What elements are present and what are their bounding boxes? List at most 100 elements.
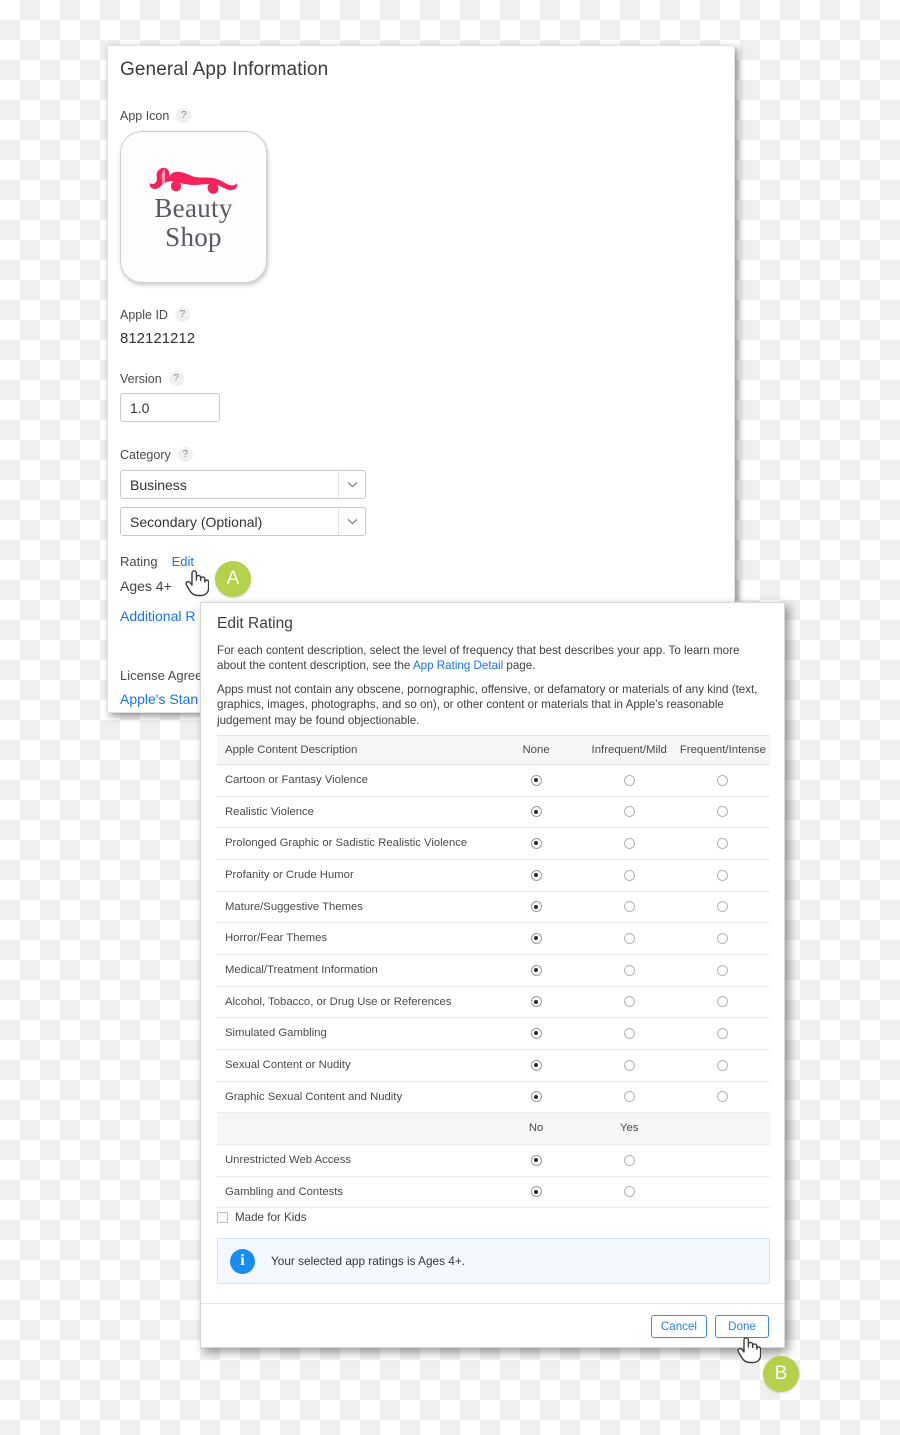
- radio-unselected[interactable]: [717, 901, 729, 913]
- radio-infrequent-mild[interactable]: [582, 1081, 676, 1114]
- radio-frequent-intense[interactable]: [675, 764, 770, 797]
- table-row: Gambling and Contests: [217, 1176, 770, 1209]
- radio-selected[interactable]: [530, 1186, 542, 1198]
- radio-unselected[interactable]: [717, 932, 729, 944]
- radio-unselected[interactable]: [623, 1059, 635, 1071]
- radio-frequent-intense[interactable]: [675, 954, 770, 987]
- radio-unselected[interactable]: [623, 964, 635, 976]
- radio-selected[interactable]: [530, 774, 542, 786]
- rating-edit-link[interactable]: Edit: [172, 554, 194, 569]
- app-rating-detail-link[interactable]: App Rating Detail: [413, 659, 503, 672]
- help-icon[interactable]: ?: [174, 307, 190, 322]
- radio-infrequent-mild[interactable]: [582, 922, 676, 956]
- radio-infrequent-mild[interactable]: [582, 986, 676, 1019]
- radio-infrequent-mild[interactable]: [582, 1049, 676, 1082]
- table-row: Graphic Sexual Content and Nudity: [217, 1081, 770, 1114]
- radio-none[interactable]: [489, 796, 583, 829]
- radio-unselected[interactable]: [717, 837, 729, 849]
- radio-unselected[interactable]: [623, 1091, 635, 1103]
- radio-unselected[interactable]: [717, 964, 729, 976]
- radio-unselected[interactable]: [623, 996, 635, 1008]
- radio-unselected[interactable]: [717, 869, 729, 881]
- help-icon[interactable]: ?: [176, 108, 192, 123]
- radio-none[interactable]: [489, 827, 583, 861]
- chevron-down-icon[interactable]: [338, 508, 365, 535]
- apple-standard-license-link[interactable]: Apple's Stan: [120, 691, 198, 707]
- radio-none[interactable]: [489, 891, 583, 924]
- radio-unselected[interactable]: [717, 806, 729, 818]
- radio-yes[interactable]: [582, 1176, 676, 1209]
- radio-none[interactable]: [489, 922, 583, 956]
- radio-none[interactable]: [489, 764, 583, 797]
- radio-frequent-intense[interactable]: [675, 827, 770, 861]
- radio-infrequent-mild[interactable]: [582, 954, 676, 987]
- radio-infrequent-mild[interactable]: [582, 859, 676, 892]
- radio-none[interactable]: [489, 1049, 583, 1082]
- radio-unselected[interactable]: [717, 1059, 729, 1071]
- radio-selected[interactable]: [530, 996, 542, 1008]
- radio-selected[interactable]: [530, 932, 542, 944]
- category-secondary-select[interactable]: Secondary (Optional): [120, 507, 366, 536]
- help-icon[interactable]: ?: [168, 371, 184, 386]
- radio-yes[interactable]: [582, 1144, 676, 1177]
- radio-unselected[interactable]: [717, 1027, 729, 1039]
- radio-selected[interactable]: [530, 901, 542, 913]
- radio-frequent-intense[interactable]: [675, 1017, 770, 1051]
- radio-none[interactable]: [489, 859, 583, 892]
- radio-infrequent-mild[interactable]: [582, 796, 676, 829]
- radio-none[interactable]: [489, 1081, 583, 1114]
- content-description-label: Medical/Treatment Information: [217, 954, 490, 987]
- radio-infrequent-mild[interactable]: [582, 891, 676, 924]
- radio-unselected[interactable]: [623, 932, 635, 944]
- additional-rating-link[interactable]: Additional R: [120, 608, 196, 624]
- radio-selected[interactable]: [530, 1091, 542, 1103]
- radio-selected[interactable]: [530, 1027, 542, 1039]
- radio-unselected[interactable]: [623, 869, 635, 881]
- radio-unselected[interactable]: [623, 901, 635, 913]
- radio-unselected[interactable]: [623, 1154, 635, 1166]
- radio-frequent-intense[interactable]: [675, 1081, 770, 1114]
- done-button[interactable]: Done: [715, 1315, 769, 1338]
- made-for-kids-checkbox[interactable]: [217, 1212, 228, 1223]
- radio-unselected[interactable]: [623, 774, 635, 786]
- radio-selected[interactable]: [530, 806, 542, 818]
- table-row: Alcohol, Tobacco, or Drug Use or Referen…: [217, 986, 770, 1019]
- category-primary-select[interactable]: Business: [120, 470, 366, 499]
- radio-unselected[interactable]: [623, 837, 635, 849]
- radio-selected[interactable]: [530, 964, 542, 976]
- rating-row: Rating Edit: [120, 554, 194, 569]
- radio-unselected[interactable]: [623, 806, 635, 818]
- radio-selected[interactable]: [530, 837, 542, 849]
- radio-frequent-intense[interactable]: [675, 891, 770, 924]
- cancel-button[interactable]: Cancel: [650, 1315, 707, 1338]
- radio-none[interactable]: [489, 954, 583, 987]
- version-input[interactable]: [120, 393, 220, 422]
- radio-unselected[interactable]: [717, 774, 729, 786]
- radio-infrequent-mild[interactable]: [582, 764, 676, 797]
- app-logo: Beauty Shop: [121, 132, 266, 282]
- radio-selected[interactable]: [530, 1059, 542, 1071]
- radio-none[interactable]: [489, 986, 583, 1019]
- made-for-kids-row[interactable]: Made for Kids: [217, 1211, 307, 1224]
- radio-frequent-intense[interactable]: [675, 922, 770, 956]
- radio-unselected[interactable]: [717, 1091, 729, 1103]
- chevron-down-icon[interactable]: [338, 471, 365, 498]
- step-badge-b: B: [763, 1356, 799, 1392]
- app-icon-preview[interactable]: Beauty Shop: [120, 131, 267, 283]
- radio-selected[interactable]: [530, 1154, 542, 1166]
- radio-frequent-intense[interactable]: [675, 1049, 770, 1082]
- radio-no[interactable]: [489, 1144, 583, 1177]
- radio-selected[interactable]: [530, 869, 542, 881]
- subheader-no: No: [489, 1112, 583, 1146]
- radio-unselected[interactable]: [717, 996, 729, 1008]
- radio-frequent-intense[interactable]: [675, 986, 770, 1019]
- radio-none[interactable]: [489, 1017, 583, 1051]
- radio-infrequent-mild[interactable]: [582, 827, 676, 861]
- radio-unselected[interactable]: [623, 1186, 635, 1198]
- help-icon[interactable]: ?: [177, 447, 193, 462]
- radio-frequent-intense[interactable]: [675, 859, 770, 892]
- radio-frequent-intense[interactable]: [675, 796, 770, 829]
- radio-infrequent-mild[interactable]: [582, 1017, 676, 1051]
- radio-unselected[interactable]: [623, 1027, 635, 1039]
- radio-no[interactable]: [489, 1176, 583, 1209]
